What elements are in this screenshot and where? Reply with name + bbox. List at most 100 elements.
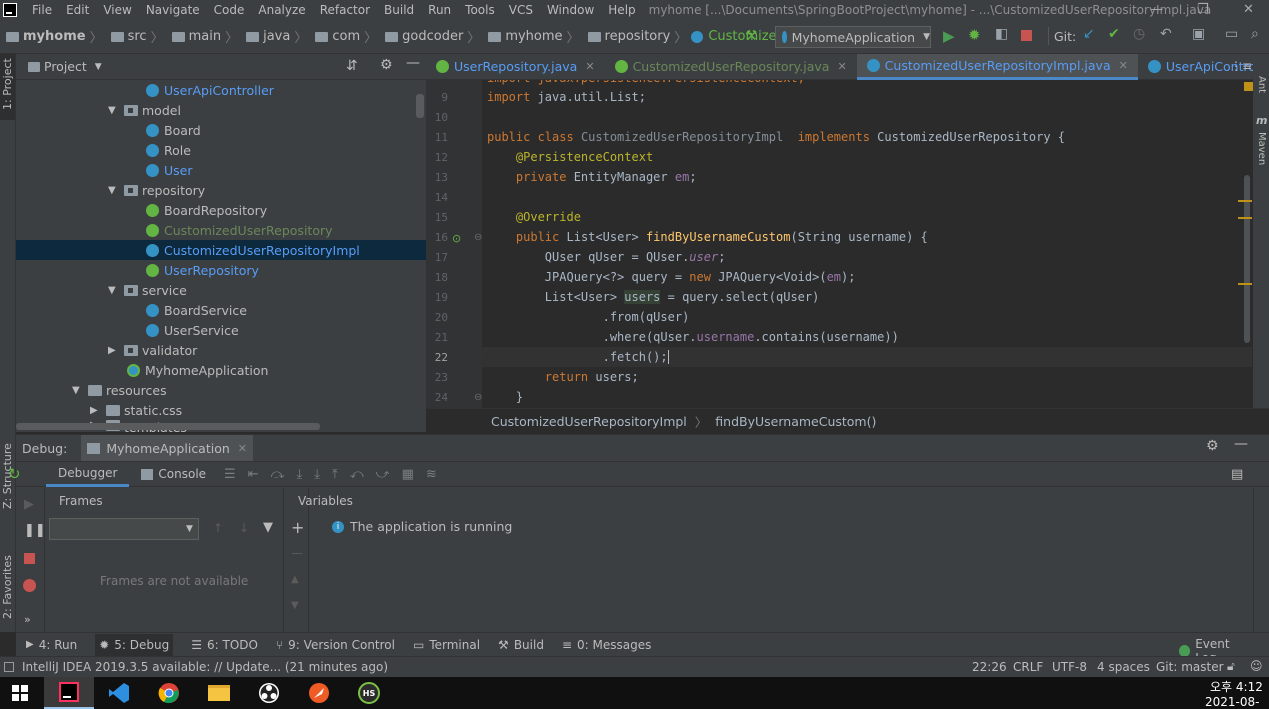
project-header-label[interactable]: Project <box>44 59 87 74</box>
tree-row[interactable]: Board <box>16 120 201 140</box>
tree-row-selected[interactable]: CustomizedUserRepositoryImpl <box>16 240 426 260</box>
close-tab-icon[interactable]: ✕ <box>1119 59 1128 72</box>
menu-edit[interactable]: Edit <box>59 3 96 17</box>
menu-lines-icon[interactable]: ☰ <box>224 467 236 482</box>
step-over-icon[interactable]: ⤼ <box>271 467 285 482</box>
chevron-right-icon[interactable]: ▶ <box>90 405 106 416</box>
project-structure-icon[interactable]: ▣ <box>1192 26 1205 42</box>
obs-taskbar-icon[interactable] <box>244 677 294 709</box>
presentation-icon[interactable]: ▭ <box>1225 26 1238 42</box>
drop-frame-icon[interactable]: ⤺ <box>350 467 364 482</box>
hide-panel-icon[interactable]: — <box>406 55 420 71</box>
chrome-taskbar-icon[interactable] <box>144 677 194 709</box>
toggle-tool-windows-icon[interactable] <box>4 662 14 672</box>
tree-row[interactable]: Role <box>16 140 191 160</box>
menu-tools[interactable]: Tools <box>458 3 502 17</box>
git-history-icon[interactable]: ◷ <box>1133 26 1145 42</box>
indent-setting[interactable]: 4 spaces <box>1097 660 1150 674</box>
todo-tool-button[interactable]: ☰ 6: TODO <box>191 638 258 652</box>
build-tool-button[interactable]: ⚒ Build <box>498 638 544 652</box>
tab-customized-user-repository[interactable]: CustomizedUserRepository.java ✕ <box>605 54 857 80</box>
collapse-all-icon[interactable]: ⇵ <box>346 58 358 74</box>
crumb-main[interactable]: main <box>189 29 221 44</box>
project-tool-button[interactable]: 1: Project <box>1 58 14 110</box>
close-icon[interactable]: ✕ <box>1243 2 1254 17</box>
caret-position[interactable]: 22:26 <box>972 660 1007 674</box>
tree-row[interactable]: BoardRepository <box>16 200 267 220</box>
move-down-icon[interactable]: ▼ <box>291 600 299 611</box>
lock-icon[interactable]: 🔓︎ <box>1227 659 1235 674</box>
terminal-tool-button[interactable]: ▭ Terminal <box>413 638 480 652</box>
layout-icon[interactable]: ▤ <box>1231 467 1243 482</box>
project-scrollbar[interactable] <box>416 94 424 118</box>
menu-code[interactable]: Code <box>207 3 252 17</box>
file-explorer-taskbar-icon[interactable] <box>194 677 244 709</box>
add-watch-icon[interactable]: + <box>291 518 304 537</box>
pause-icon[interactable]: ❚❚ <box>24 523 46 538</box>
debug-bug-icon[interactable]: ✹ <box>968 26 981 44</box>
code-editor[interactable]: import javax.persistence.PersistenceCont… <box>482 80 1252 408</box>
step-into-icon[interactable]: ⤓ <box>297 467 303 482</box>
view-breakpoints-icon[interactable] <box>23 579 36 592</box>
breadcrumb-method[interactable]: findByUsernameCustom() <box>715 414 876 429</box>
close-tab-icon[interactable]: ✕ <box>585 60 594 73</box>
file-encoding[interactable]: UTF-8 <box>1052 660 1087 674</box>
more-icon[interactable]: » <box>24 613 31 626</box>
crumb-godcoder[interactable]: godcoder <box>402 29 463 44</box>
crumb-src[interactable]: src <box>128 29 147 44</box>
restore-icon[interactable]: ❐ <box>1197 2 1209 17</box>
chevron-right-icon[interactable]: ▶ <box>108 345 124 356</box>
menu-window[interactable]: Window <box>540 3 601 17</box>
tree-row[interactable]: CustomizedUserRepository <box>16 220 333 240</box>
tree-row[interactable]: User <box>16 160 193 180</box>
menu-vcs[interactable]: VCS <box>502 3 540 17</box>
build-hammer-icon[interactable]: ⚒ <box>745 28 758 44</box>
force-step-into-icon[interactable]: ⤓ <box>314 467 320 482</box>
menu-build[interactable]: Build <box>377 3 421 17</box>
chevron-down-icon[interactable]: ▼ <box>108 105 124 116</box>
tree-row[interactable]: UserApiController <box>16 80 274 100</box>
rerun-icon[interactable]: ↻ <box>8 465 21 483</box>
tree-row[interactable]: BoardService <box>16 300 247 320</box>
chevron-down-icon[interactable]: ▼ <box>108 285 124 296</box>
inspector-icon[interactable]: ☺︎ <box>1250 659 1263 673</box>
stop-icon[interactable] <box>24 553 35 564</box>
project-h-scrollbar[interactable] <box>16 423 320 430</box>
filter-icon[interactable]: ▼ <box>263 520 273 535</box>
menu-navigate[interactable]: Navigate <box>139 3 207 17</box>
move-up-icon[interactable]: ▲ <box>291 574 299 585</box>
postman-taskbar-icon[interactable] <box>294 677 344 709</box>
intellij-taskbar-icon[interactable] <box>44 677 94 709</box>
messages-tool-button[interactable]: ≡ 0: Messages <box>562 638 651 652</box>
tree-row[interactable]: ▼ service <box>16 280 187 300</box>
hide-panel-icon[interactable]: — <box>1234 436 1248 452</box>
git-commit-icon[interactable]: ✔ <box>1108 26 1120 42</box>
trace-icon[interactable]: ≋ <box>426 467 437 482</box>
tab-customized-user-repository-impl[interactable]: CustomizedUserRepositoryImpl.java ✕ <box>856 53 1138 80</box>
chevron-down-icon[interactable]: ▼ <box>72 385 88 396</box>
menu-analyze[interactable]: Analyze <box>251 3 312 17</box>
maven-tool-button[interactable]: Maven <box>1256 132 1267 165</box>
favorites-tool-button[interactable]: 2: Favorites <box>1 555 14 619</box>
run-to-cursor-icon[interactable]: ⤻ <box>376 467 390 482</box>
hs-taskbar-icon[interactable]: HS <box>344 677 394 709</box>
taskbar-time[interactable]: 오후 4:12 <box>1210 678 1263 695</box>
remove-watch-icon[interactable]: — <box>291 546 303 560</box>
minimize-icon[interactable]: — <box>1150 2 1163 17</box>
tab-console[interactable]: Console <box>129 461 218 487</box>
variables-scrollbar[interactable] <box>1253 488 1269 633</box>
tree-row[interactable]: ▼ resources <box>16 380 167 400</box>
stop-icon[interactable] <box>1021 30 1032 41</box>
warning-indicator-icon[interactable] <box>1244 82 1253 91</box>
windows-start-icon[interactable] <box>0 677 40 709</box>
step-out-icon[interactable]: ⤒ <box>332 467 338 482</box>
git-update-icon[interactable]: ↙ <box>1083 26 1095 42</box>
menu-help[interactable]: Help <box>601 3 642 17</box>
arrow-up-icon[interactable]: ↑ <box>213 521 223 535</box>
gear-icon[interactable]: ⚙ <box>380 57 393 73</box>
status-message[interactable]: IntelliJ IDEA 2019.3.5 available: // Upd… <box>22 660 388 674</box>
coverage-icon[interactable]: ◧ <box>995 26 1008 42</box>
chevron-down-icon[interactable]: ▼ <box>108 185 124 196</box>
breadcrumb-class[interactable]: CustomizedUserRepositoryImpl <box>491 414 687 429</box>
search-icon[interactable]: ⌕ <box>1251 26 1259 42</box>
